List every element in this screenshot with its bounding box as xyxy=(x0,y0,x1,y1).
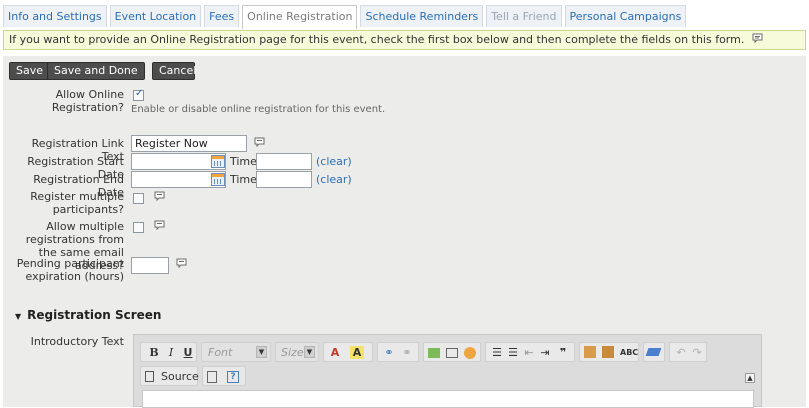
preview-icon[interactable] xyxy=(207,371,217,383)
allow-online-checkbox[interactable] xyxy=(133,88,144,101)
end-time-input[interactable] xyxy=(256,171,312,188)
link-icon[interactable]: ⚭ xyxy=(382,346,396,359)
end-time-label: Time xyxy=(230,173,257,186)
save-and-done-button[interactable]: Save and Done xyxy=(47,62,145,80)
registration-screen-title: Registration Screen xyxy=(27,308,162,322)
source-button[interactable]: Source xyxy=(140,366,199,386)
info-message-text: If you want to provide an Online Registr… xyxy=(9,33,745,46)
view-group: ? xyxy=(202,366,246,386)
spellcheck-icon[interactable]: ABC xyxy=(620,346,638,359)
chevron-down-icon[interactable]: ▼ xyxy=(304,346,315,358)
help-icon[interactable]: ? xyxy=(227,371,239,383)
chevron-down-icon[interactable]: ▼ xyxy=(256,346,267,358)
help-bubble-icon[interactable] xyxy=(154,191,165,202)
link-group: ⚭ ⚭ xyxy=(377,342,419,362)
calendar-icon[interactable] xyxy=(211,173,225,186)
insert-group xyxy=(423,342,481,362)
list-group: ☰ ☰ ⇤ ⇥ ❞ xyxy=(485,342,575,362)
multiple-participants-label: Register multiple participants? xyxy=(30,190,124,216)
start-time-label: Time xyxy=(230,155,257,168)
cancel-button[interactable]: Cancel xyxy=(152,62,196,80)
save-button[interactable]: Save xyxy=(9,62,51,80)
tab-fees[interactable]: Fees xyxy=(204,5,240,27)
pending-expiration-label: Pending participant expiration (hours) xyxy=(16,257,124,283)
tab-bar: Info and Settings Event Location Fees On… xyxy=(3,5,687,29)
collapse-arrow-icon[interactable]: ▼ xyxy=(15,312,21,321)
size-select[interactable]: Size ▼ xyxy=(275,342,319,362)
end-date-clear-link[interactable]: (clear) xyxy=(316,173,352,186)
help-bubble-icon[interactable] xyxy=(254,137,265,148)
underline-icon[interactable]: U xyxy=(181,346,195,359)
bold-icon[interactable]: B xyxy=(147,346,161,359)
eraser-group xyxy=(643,342,665,362)
text-style-group: B I U xyxy=(140,342,197,362)
undo-icon[interactable]: ↶ xyxy=(674,346,688,359)
tab-personal-campaigns[interactable]: Personal Campaigns xyxy=(564,5,687,27)
tab-info-and-settings[interactable]: Info and Settings xyxy=(3,5,107,27)
calendar-icon[interactable] xyxy=(211,155,225,168)
italic-icon[interactable]: I xyxy=(164,346,178,359)
redo-icon[interactable]: ↷ xyxy=(690,346,704,359)
text-color-icon[interactable]: A xyxy=(328,346,342,359)
start-time-input[interactable] xyxy=(256,153,312,170)
tab-event-location[interactable]: Event Location xyxy=(109,5,202,27)
numbered-list-icon[interactable]: ☰ xyxy=(490,346,504,359)
color-group: A A xyxy=(323,342,373,362)
link-text-input[interactable]: Register Now xyxy=(131,135,247,152)
table-icon[interactable] xyxy=(446,348,458,358)
source-icon xyxy=(145,371,154,382)
paste-word-icon[interactable] xyxy=(602,346,614,358)
eraser-icon[interactable] xyxy=(645,348,662,356)
tab-tell-a-friend: Tell a Friend xyxy=(486,5,562,27)
allow-online-hint: Enable or disable online registration fo… xyxy=(131,104,386,115)
multiple-same-email-checkbox[interactable] xyxy=(133,222,144,233)
outdent-icon[interactable]: ⇤ xyxy=(522,346,536,359)
source-label: Source xyxy=(161,370,199,383)
allow-online-label: Allow Online Registration? xyxy=(51,88,124,114)
help-bubble-icon[interactable] xyxy=(752,33,763,44)
unlink-icon[interactable]: ⚭ xyxy=(400,346,414,359)
registration-screen-section[interactable]: ▼ Registration Screen xyxy=(15,308,161,322)
image-icon[interactable] xyxy=(428,348,440,358)
indent-icon[interactable]: ⇥ xyxy=(538,346,552,359)
rich-text-editor[interactable]: B I U Font ▼ Size ▼ A A ⚭ ⚭ ☰ ☰ ⇤ ⇥ ❞ AB… xyxy=(133,334,762,408)
smiley-icon[interactable] xyxy=(464,347,476,359)
size-select-value: Size xyxy=(281,346,304,359)
help-bubble-icon[interactable] xyxy=(154,220,165,231)
multiple-participants-checkbox[interactable] xyxy=(133,193,144,204)
font-select-value: Font xyxy=(208,346,233,359)
blockquote-icon[interactable]: ❞ xyxy=(556,346,570,359)
tab-online-registration[interactable]: Online Registration xyxy=(242,5,358,29)
background-color-icon[interactable]: A xyxy=(350,346,364,359)
editor-content-area[interactable] xyxy=(142,390,754,408)
history-group: ↶ ↷ xyxy=(669,342,707,362)
help-bubble-icon[interactable] xyxy=(176,258,187,269)
tab-schedule-reminders[interactable]: Schedule Reminders xyxy=(360,5,484,27)
paste-group: ABC xyxy=(579,342,639,362)
start-date-clear-link[interactable]: (clear) xyxy=(316,155,352,168)
pending-expiration-input[interactable] xyxy=(131,257,169,274)
introductory-text-label: Introductory Text xyxy=(30,335,124,348)
collapse-toolbar-icon[interactable]: ▲ xyxy=(745,373,755,383)
font-select[interactable]: Font ▼ xyxy=(201,342,271,362)
info-message: If you want to provide an Online Registr… xyxy=(3,30,806,50)
paste-icon[interactable] xyxy=(584,346,596,358)
bulleted-list-icon[interactable]: ☰ xyxy=(506,346,520,359)
